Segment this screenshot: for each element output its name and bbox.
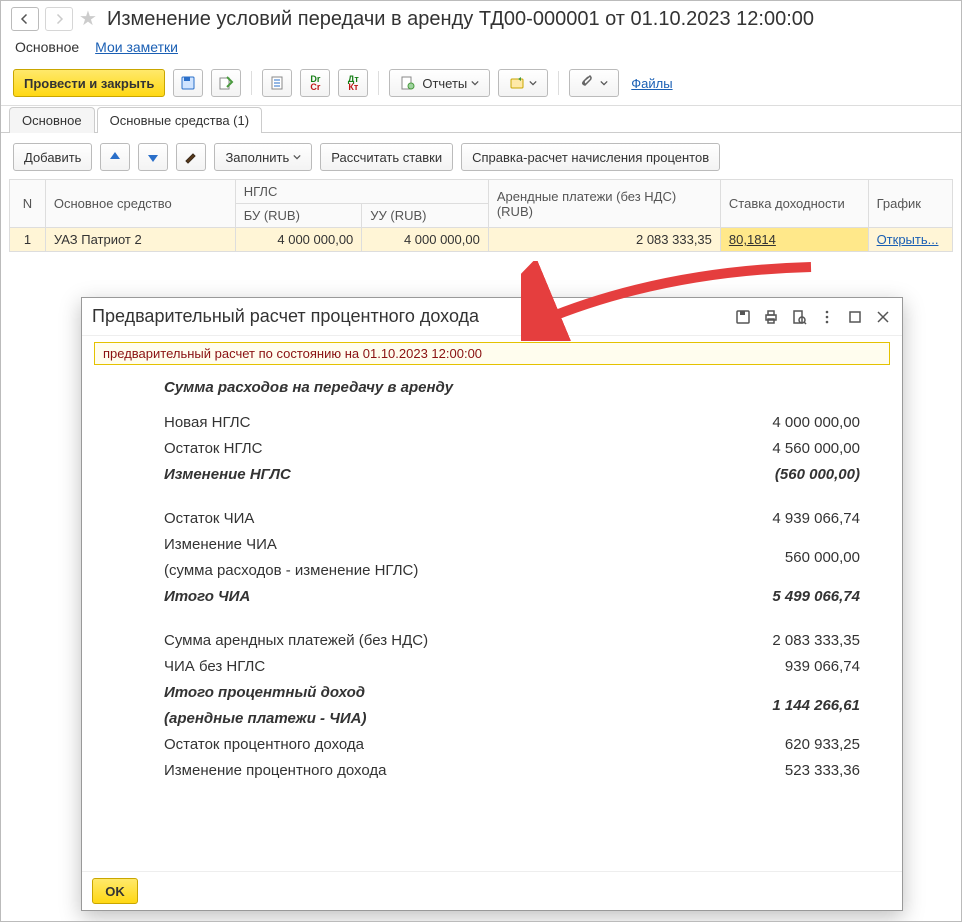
cell-schedule[interactable]: Открыть... (868, 228, 952, 252)
col-n[interactable]: N (10, 180, 46, 228)
page-title: Изменение условий передачи в аренду ТД00… (107, 8, 814, 31)
row-payments-label: Сумма арендных платежей (без НДС) (164, 628, 428, 654)
row-rest-ngls-label: Остаток НГЛС (164, 436, 262, 462)
nav-forward-button (45, 7, 73, 31)
row-change-chia-value: 560 000,00 (700, 545, 860, 571)
row-change-ngls-value: (560 000,00) (700, 462, 860, 488)
col-schedule[interactable]: График (868, 180, 952, 228)
dialog-save-icon[interactable] (734, 308, 752, 326)
row-change-income-value: 523 333,36 (700, 758, 860, 784)
save-button[interactable] (173, 69, 203, 97)
row-rest-ngls-value: 4 560 000,00 (700, 436, 860, 462)
row-new-ngls-value: 4 000 000,00 (700, 410, 860, 436)
row-rest-chia-value: 4 939 066,74 (700, 506, 860, 532)
preliminary-calc-dialog: Предварительный расчет процентного доход… (81, 297, 903, 911)
cell-payments[interactable]: 2 083 333,35 (488, 228, 720, 252)
row-total-income-label: Итого процентный доход (164, 684, 365, 701)
row-total-income-sublabel: (арендные платежи - ЧИА) (164, 710, 366, 727)
move-up-button[interactable] (100, 143, 130, 171)
col-asset[interactable]: Основное средство (45, 180, 235, 228)
post-button[interactable] (211, 69, 241, 97)
col-bu[interactable]: БУ (RUB) (235, 204, 362, 228)
move-down-button[interactable] (138, 143, 168, 171)
add-row-button[interactable]: Добавить (13, 143, 92, 171)
dialog-maximize-icon[interactable] (846, 308, 864, 326)
attachments-dropdown[interactable] (569, 69, 619, 97)
row-chia-no-ngls-value: 939 066,74 (700, 654, 860, 680)
post-and-close-button[interactable]: Провести и закрыть (13, 69, 165, 97)
row-rest-income-label: Остаток процентного дохода (164, 732, 364, 758)
dt-kt-button[interactable]: ДтКт (338, 69, 368, 97)
nav-back-button[interactable] (11, 7, 39, 31)
dialog-close-icon[interactable] (874, 308, 892, 326)
dialog-ok-button[interactable]: OK (92, 878, 138, 904)
col-uu[interactable]: УУ (RUB) (362, 204, 489, 228)
row-total-chia-value: 5 499 066,74 (700, 584, 860, 610)
files-link[interactable]: Файлы (631, 76, 672, 91)
tab-main[interactable]: Основное (9, 107, 95, 133)
dialog-title: Предварительный расчет процентного доход… (92, 306, 479, 327)
dialog-more-icon[interactable] (818, 308, 836, 326)
tab-assets[interactable]: Основные средства (1) (97, 107, 263, 133)
col-payments[interactable]: Арендные платежи (без НДС) (RUB) (488, 180, 720, 228)
subnav-notes-link[interactable]: Мои заметки (95, 39, 178, 55)
row-change-income-label: Изменение процентного дохода (164, 758, 386, 784)
dialog-print-icon[interactable] (762, 308, 780, 326)
cell-uu[interactable]: 4 000 000,00 (362, 228, 489, 252)
row-chia-no-ngls-label: ЧИА без НГЛС (164, 654, 265, 680)
row-change-ngls-label: Изменение НГЛС (164, 462, 291, 488)
cell-bu[interactable]: 4 000 000,00 (235, 228, 362, 252)
row-total-chia-label: Итого ЧИА (164, 584, 250, 610)
assets-table: N Основное средство НГЛС Арендные платеж… (9, 179, 953, 252)
cell-n: 1 (10, 228, 46, 252)
row-change-chia-label: Изменение ЧИА (164, 536, 277, 553)
table-row[interactable]: 1 УАЗ Патриот 2 4 000 000,00 4 000 000,0… (10, 228, 953, 252)
row-rest-income-value: 620 933,25 (700, 732, 860, 758)
col-ngls[interactable]: НГЛС (235, 180, 488, 204)
row-rest-chia-label: Остаток ЧИА (164, 506, 254, 532)
row-change-chia-sublabel: (сумма расходов - изменение НГЛС) (164, 562, 418, 579)
cell-rate[interactable]: 80,1814 (720, 228, 868, 252)
dialog-preview-icon[interactable] (790, 308, 808, 326)
cell-asset[interactable]: УАЗ Патриот 2 (45, 228, 235, 252)
document-movements-button[interactable] (262, 69, 292, 97)
create-based-on-dropdown[interactable] (498, 69, 548, 97)
favorite-star-icon[interactable]: ★ (79, 9, 97, 29)
dialog-notice: предварительный расчет по состоянию на 0… (94, 342, 890, 365)
subnav-main[interactable]: Основное (15, 39, 79, 55)
col-rate[interactable]: Ставка доходности (720, 180, 868, 228)
report-section-title: Сумма расходов на передачу в аренду (164, 379, 860, 396)
fill-dropdown[interactable]: Заполнить (214, 143, 312, 171)
open-schedule-link[interactable]: Открыть... (877, 232, 939, 247)
reports-dropdown[interactable]: Отчеты (389, 69, 490, 97)
dr-cr-button[interactable]: DrCr (300, 69, 330, 97)
row-total-income-value: 1 144 266,61 (700, 693, 860, 719)
calculate-rates-button[interactable]: Рассчитать ставки (320, 143, 453, 171)
row-new-ngls-label: Новая НГЛС (164, 410, 250, 436)
fill-tool-button[interactable] (176, 143, 206, 171)
interest-report-button[interactable]: Справка-расчет начисления процентов (461, 143, 720, 171)
row-payments-value: 2 083 333,35 (700, 628, 860, 654)
